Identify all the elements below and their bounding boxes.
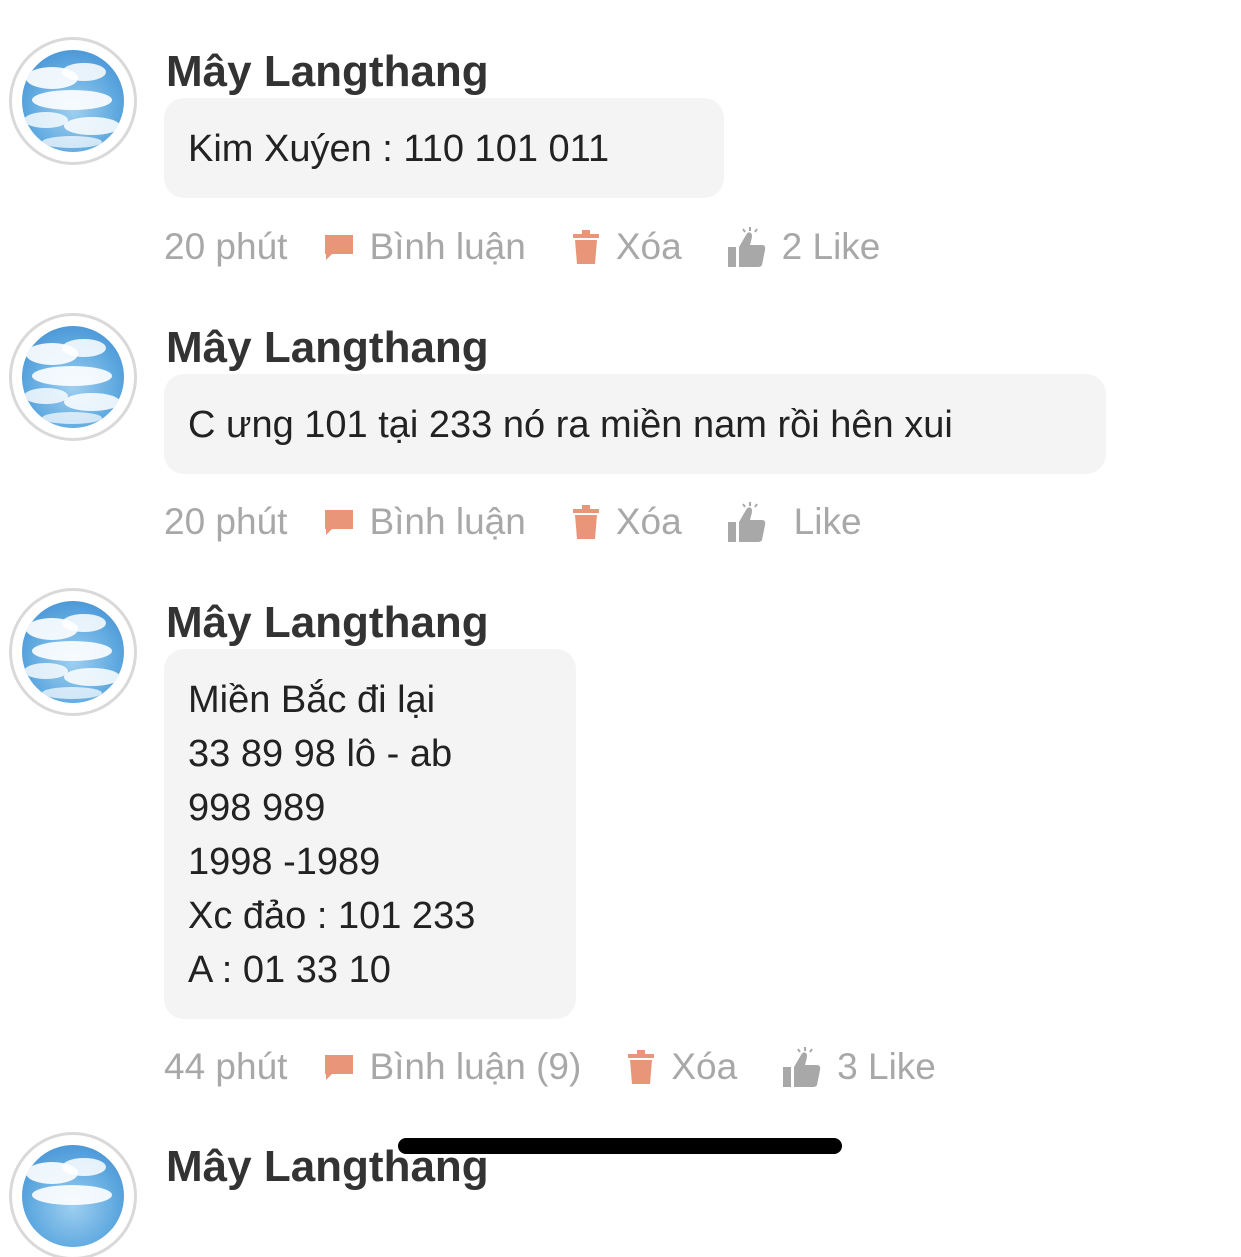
comment-text-line: 1998 -1989 <box>188 841 381 883</box>
like-label: Like <box>793 501 862 542</box>
like-button[interactable]: Like <box>726 500 862 544</box>
reply-label: Bình luận <box>369 501 526 542</box>
comment-text-line: 33 89 98 lô - ab <box>188 733 453 775</box>
reply-button[interactable]: Bình luận <box>323 501 526 543</box>
comment-icon <box>325 235 354 260</box>
comment-actions: 20 phút Bình luận Xóa 2 Like <box>164 221 924 273</box>
home-indicator[interactable] <box>398 1138 842 1154</box>
comment-text-line: 998 989 <box>188 787 326 829</box>
delete-label: Xóa <box>615 501 682 542</box>
comment-text-line: Miền Bắc đi lại <box>188 679 436 721</box>
reply-button[interactable]: Bình luận (9) <box>323 1046 581 1088</box>
comment-text-line: Kim Xuýen : 110 101 011 <box>188 128 610 170</box>
timestamp: 20 phút <box>164 501 288 542</box>
cloud-avatar-icon <box>22 1145 124 1247</box>
thumbs-up-icon <box>727 502 765 542</box>
delete-button[interactable]: Xóa <box>625 1046 737 1088</box>
comment-bubble: C ưng 101 tại 233 nó ra miền nam rồi hên… <box>164 374 1106 474</box>
trash-icon <box>628 1050 655 1084</box>
avatar[interactable] <box>12 1135 134 1257</box>
reply-label: Bình luận <box>369 226 526 267</box>
trash-icon <box>572 505 599 539</box>
delete-button[interactable]: Xóa <box>570 501 682 543</box>
author-name[interactable]: Mây Langthang <box>166 597 489 649</box>
reply-label: Bình luận (9) <box>369 1046 582 1087</box>
delete-button[interactable]: Xóa <box>570 226 682 268</box>
like-label: 3 Like <box>837 1046 936 1087</box>
comment-actions: 44 phút Bình luận (9) Xóa 3 Like <box>164 1041 980 1093</box>
like-button[interactable]: 2 Like <box>726 225 881 269</box>
trash-icon <box>572 230 599 264</box>
delete-label: Xóa <box>615 226 682 267</box>
thumbs-up-icon <box>783 1047 821 1087</box>
cloud-avatar-icon <box>22 50 124 152</box>
comment-bubble: Miền Bắc đi lại 33 89 98 lô - ab 998 989… <box>164 649 576 1019</box>
timestamp: 44 phút <box>164 1046 288 1087</box>
comment-text-line: C ưng 101 tại 233 nó ra miền nam rồi hên… <box>188 404 953 446</box>
comment-icon <box>325 1055 354 1080</box>
avatar[interactable] <box>12 40 134 162</box>
comment-text-line: A : 01 33 10 <box>188 949 391 991</box>
avatar[interactable] <box>12 591 134 713</box>
like-button[interactable]: 3 Like <box>781 1045 936 1089</box>
like-label: 2 Like <box>781 226 881 267</box>
author-name[interactable]: Mây Langthang <box>166 322 489 374</box>
comment-text-line: Xc đảo : 101 233 <box>188 895 476 937</box>
reply-button[interactable]: Bình luận <box>323 226 526 268</box>
comment-actions: 20 phút Bình luận Xóa Like <box>164 496 906 548</box>
comment-icon <box>325 510 354 535</box>
delete-label: Xóa <box>671 1046 738 1087</box>
avatar[interactable] <box>12 316 134 438</box>
cloud-avatar-icon <box>22 601 124 703</box>
thumbs-up-icon <box>727 227 765 267</box>
comment-bubble: Kim Xuýen : 110 101 011 <box>164 98 724 198</box>
author-name[interactable]: Mây Langthang <box>166 46 489 98</box>
timestamp: 20 phút <box>164 226 288 267</box>
cloud-avatar-icon <box>22 326 124 428</box>
